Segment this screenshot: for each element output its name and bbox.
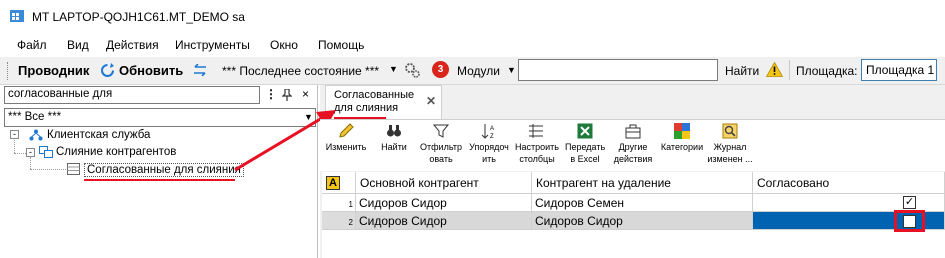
network-icon bbox=[29, 129, 43, 141]
sort-button[interactable]: Упорядоч ить bbox=[467, 141, 511, 165]
tree-connector bbox=[30, 157, 31, 169]
tab-label: Согласованные для слияния bbox=[334, 89, 415, 114]
back-forward-icon[interactable] bbox=[192, 64, 208, 76]
edit-button[interactable]: Изменить bbox=[324, 141, 368, 153]
column-header-delete[interactable]: Контрагент на удаление bbox=[532, 172, 753, 194]
grid-corner[interactable]: A bbox=[322, 172, 356, 194]
refresh-button[interactable]: Обновить bbox=[119, 63, 183, 78]
cell-delete[interactable]: Сидоров Семен bbox=[532, 194, 753, 212]
close-tab-icon[interactable]: ✕ bbox=[426, 94, 436, 108]
table-icon bbox=[67, 163, 80, 175]
tree-item-approved-for-merge[interactable]: Согласованные для слияния bbox=[84, 163, 244, 177]
find-button[interactable]: Найти bbox=[725, 64, 759, 78]
menu-tools[interactable]: Инструменты bbox=[175, 38, 250, 52]
excel-icon[interactable] bbox=[577, 123, 593, 139]
state-chevron-down-icon[interactable]: ▼ bbox=[389, 64, 398, 74]
filter-icon[interactable] bbox=[433, 123, 449, 139]
columns-icon[interactable] bbox=[528, 123, 544, 139]
tree-item-merge-counterparties[interactable]: Слияние контрагентов bbox=[56, 146, 176, 158]
tree-connector bbox=[30, 169, 66, 170]
menu-window[interactable]: Окно bbox=[270, 38, 298, 52]
cell-main[interactable]: Сидоров Сидор bbox=[356, 194, 532, 212]
area-value: Площадка 1 bbox=[866, 63, 935, 77]
column-header-main[interactable]: Основной контрагент bbox=[356, 172, 532, 194]
toolbar-grip bbox=[7, 62, 10, 80]
categories-button[interactable]: Категории bbox=[659, 141, 705, 153]
column-header-approved[interactable]: Согласовано bbox=[753, 172, 945, 194]
menu-view[interactable]: Вид bbox=[67, 38, 89, 52]
state-dropdown[interactable]: *** Последнее состояние *** bbox=[222, 64, 379, 78]
binoculars-icon[interactable] bbox=[386, 123, 402, 139]
merge-icon bbox=[39, 146, 53, 158]
row-number-value: 2 bbox=[348, 218, 353, 227]
modules-chevron-down-icon[interactable]: ▼ bbox=[507, 65, 516, 75]
menu-actions[interactable]: Действия bbox=[106, 38, 159, 52]
pencil-icon[interactable] bbox=[338, 123, 354, 139]
close-panel-icon[interactable]: × bbox=[302, 87, 309, 101]
gears-icon[interactable] bbox=[404, 62, 420, 78]
area-label: Площадка: bbox=[796, 64, 858, 78]
tree-connector bbox=[14, 153, 26, 154]
svg-text:Z: Z bbox=[490, 134, 494, 139]
annotation-underline bbox=[84, 179, 235, 181]
more-options-icon[interactable]: ⋮ bbox=[265, 87, 277, 101]
menu-file[interactable]: Файл bbox=[17, 38, 47, 52]
grid-corner-letter: A bbox=[326, 176, 340, 190]
tree-connector bbox=[14, 140, 15, 153]
app-icon bbox=[10, 10, 24, 22]
search-input[interactable] bbox=[518, 59, 718, 81]
row-number: 1 bbox=[322, 194, 356, 212]
journal-icon[interactable] bbox=[722, 123, 738, 139]
tree-collapse-icon[interactable]: - bbox=[26, 148, 35, 157]
export-excel-button[interactable]: Передать в Excel bbox=[565, 141, 605, 165]
svg-text:A: A bbox=[490, 126, 494, 132]
cell-delete[interactable]: Сидоров Сидор bbox=[532, 212, 753, 230]
approved-checkbox-checked[interactable]: ✓ bbox=[903, 196, 916, 209]
modules-dropdown[interactable]: Модули bbox=[457, 64, 500, 78]
warning-icon[interactable] bbox=[766, 62, 783, 77]
filter-button[interactable]: Отфильтр овать bbox=[419, 141, 463, 165]
sort-icon[interactable]: AZ bbox=[481, 123, 497, 139]
explorer-search-value: согласованные для bbox=[8, 88, 113, 100]
briefcase-icon[interactable] bbox=[625, 123, 641, 139]
columns-button[interactable]: Настроить столбцы bbox=[513, 141, 561, 165]
explorer-filter-value: *** Все *** bbox=[8, 111, 62, 123]
find-ribbon-button[interactable]: Найти bbox=[377, 141, 411, 153]
other-actions-button[interactable]: Другие действия bbox=[612, 141, 654, 165]
notification-badge[interactable]: 3 bbox=[432, 61, 449, 78]
categories-icon[interactable] bbox=[674, 123, 690, 139]
tree-collapse-icon[interactable]: - bbox=[10, 130, 19, 139]
tree-item-client-service[interactable]: Клиентская служба bbox=[47, 129, 150, 141]
toolbar-separator bbox=[789, 60, 790, 80]
change-log-button[interactable]: Журнал изменен ... bbox=[706, 141, 754, 165]
window-title: MT LAPTOP-QOJH1C61.MT_DEMO sa bbox=[32, 10, 245, 24]
explorer-button[interactable]: Проводник bbox=[18, 63, 89, 78]
row-number: 2 bbox=[322, 212, 356, 230]
cell-main[interactable]: Сидоров Сидор bbox=[356, 212, 532, 230]
row-number-value: 1 bbox=[348, 200, 353, 209]
refresh-icon bbox=[101, 63, 114, 77]
menu-help[interactable]: Помощь bbox=[318, 38, 364, 52]
approved-checkbox-unchecked[interactable] bbox=[903, 215, 916, 228]
